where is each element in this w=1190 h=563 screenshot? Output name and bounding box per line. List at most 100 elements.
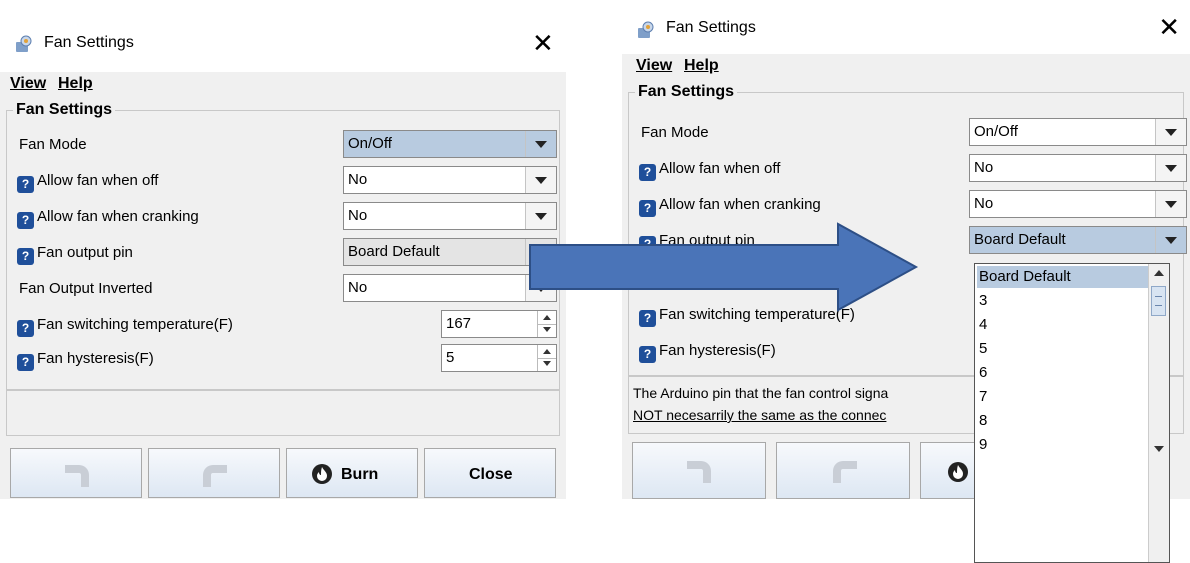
row-fan-hysteresis: ? Fan hysteresis(F) 5 bbox=[17, 343, 557, 375]
undo-button[interactable] bbox=[10, 448, 142, 498]
fan-output-inverted-select[interactable]: No bbox=[343, 274, 557, 302]
fan-mode-label: Fan Mode bbox=[641, 124, 709, 141]
app-icon bbox=[638, 21, 654, 38]
help-icon[interactable]: ? bbox=[17, 354, 34, 371]
menu-help[interactable]: Help bbox=[58, 75, 93, 93]
redo-button[interactable] bbox=[148, 448, 280, 498]
dropdown-option[interactable]: 6 bbox=[977, 362, 1149, 384]
window-title: Fan Settings bbox=[44, 34, 134, 51]
fan-output-inverted-label: Fan Output Inverted bbox=[19, 280, 153, 297]
close-icon[interactable]: ✕ bbox=[532, 30, 554, 56]
dropdown-scrollbar[interactable] bbox=[1148, 264, 1169, 562]
group-title: Fan Settings bbox=[13, 101, 116, 119]
spinner-up-icon[interactable] bbox=[538, 311, 556, 325]
burn-button[interactable]: Burn bbox=[286, 448, 418, 498]
description-area bbox=[6, 390, 560, 436]
spinner-up-icon[interactable] bbox=[538, 345, 556, 359]
redo-icon bbox=[833, 461, 857, 483]
help-icon[interactable]: ? bbox=[17, 212, 34, 229]
scroll-thumb[interactable] bbox=[1151, 286, 1166, 316]
fan-mode-select[interactable]: On/Off bbox=[969, 118, 1187, 146]
fan-settings-group: Fan Settings Fan Mode On/Off ? Allow fan … bbox=[6, 101, 560, 390]
help-icon[interactable]: ? bbox=[639, 200, 656, 217]
help-icon[interactable]: ? bbox=[17, 320, 34, 337]
dropdown-option[interactable]: 3 bbox=[977, 290, 1149, 312]
row-allow-fan-cranking: ? Allow fan when cranking No bbox=[17, 201, 557, 233]
undo-icon bbox=[65, 465, 89, 487]
allow-fan-cranking-label: ? Allow fan when cranking bbox=[17, 208, 199, 229]
chevron-down-icon[interactable] bbox=[1155, 227, 1186, 253]
fan-switching-temp-label: ? Fan switching temperature(F) bbox=[17, 316, 233, 337]
description-line: NOT necesarrily the same as the connec bbox=[633, 407, 887, 423]
menu-help[interactable]: Help bbox=[684, 57, 719, 75]
allow-fan-off-label: ? Allow fan when off bbox=[17, 172, 158, 193]
dropdown-option[interactable]: 7 bbox=[977, 386, 1149, 408]
fan-mode-select[interactable]: On/Off bbox=[343, 130, 557, 158]
allow-fan-cranking-select[interactable]: No bbox=[969, 190, 1187, 218]
group-title: Fan Settings bbox=[635, 83, 738, 101]
chevron-down-icon[interactable] bbox=[525, 167, 556, 193]
menu-bar: View Help bbox=[622, 54, 1190, 80]
scroll-up-icon[interactable] bbox=[1149, 264, 1169, 284]
app-icon bbox=[16, 35, 32, 52]
close-button[interactable]: Close bbox=[424, 448, 556, 498]
menu-view[interactable]: View bbox=[10, 75, 46, 93]
fan-switching-temp-spinner[interactable]: 167 bbox=[441, 310, 557, 338]
dropdown-option[interactable]: 4 bbox=[977, 314, 1149, 336]
fan-mode-label: Fan Mode bbox=[19, 136, 87, 153]
allow-fan-cranking-select[interactable]: No bbox=[343, 202, 557, 230]
settings-panel: Fan Settings Fan Mode On/Off ? Allow fan … bbox=[0, 98, 566, 499]
row-fan-output-pin: ?Fan output pin Board Default bbox=[17, 237, 557, 269]
chevron-down-icon[interactable] bbox=[1155, 191, 1186, 217]
undo-button[interactable] bbox=[632, 442, 766, 499]
help-icon[interactable]: ? bbox=[639, 346, 656, 363]
chevron-down-icon[interactable] bbox=[525, 131, 556, 157]
dropdown-option[interactable]: 5 bbox=[977, 338, 1149, 360]
button-bar: Burn Close bbox=[6, 448, 560, 498]
allow-fan-off-select[interactable]: No bbox=[969, 154, 1187, 182]
help-icon[interactable]: ? bbox=[17, 248, 34, 265]
title-bar: Fan Settings ✕ bbox=[0, 0, 566, 56]
description-line: The Arduino pin that the fan control sig… bbox=[633, 385, 889, 401]
row-fan-mode: Fan Mode On/Off bbox=[17, 129, 557, 161]
close-icon[interactable]: ✕ bbox=[1158, 14, 1180, 40]
burn-icon bbox=[948, 462, 968, 482]
row-allow-fan-off: ? Allow fan when off No bbox=[17, 165, 557, 197]
dropdown-option[interactable]: 8 bbox=[977, 410, 1149, 432]
chevron-down-icon[interactable] bbox=[1155, 119, 1186, 145]
title-bar: Fan Settings ✕ bbox=[622, 0, 1190, 40]
spinner-down-icon[interactable] bbox=[538, 358, 556, 371]
fan-hysteresis-spinner[interactable]: 5 bbox=[441, 344, 557, 372]
allow-fan-cranking-label: ? Allow fan when cranking bbox=[639, 196, 821, 217]
row-fan-output-inverted: Fan Output Inverted No bbox=[17, 273, 557, 305]
window-title: Fan Settings bbox=[666, 19, 756, 36]
redo-button[interactable] bbox=[776, 442, 910, 499]
redo-icon bbox=[203, 465, 227, 487]
fan-hysteresis-label: ? Fan hysteresis(F) bbox=[17, 350, 154, 371]
fan-hysteresis-label: ? Fan hysteresis(F) bbox=[639, 342, 776, 363]
scroll-down-icon[interactable] bbox=[1149, 440, 1169, 460]
fan-output-pin-select[interactable]: Board Default bbox=[969, 226, 1187, 254]
right-arrow-icon bbox=[529, 222, 919, 312]
help-icon[interactable]: ? bbox=[639, 310, 656, 327]
row-fan-switching-temp: ? Fan switching temperature(F) 167 bbox=[17, 309, 557, 341]
burn-label: Burn bbox=[341, 466, 379, 483]
fan-output-pin-dropdown-list: Board Default 3 4 5 6 7 8 9 bbox=[974, 263, 1170, 563]
allow-fan-off-label: ? Allow fan when off bbox=[639, 160, 780, 181]
fan-output-pin-select[interactable]: Board Default bbox=[343, 238, 557, 266]
undo-icon bbox=[687, 461, 711, 483]
dropdown-option[interactable]: Board Default bbox=[977, 266, 1149, 288]
menu-view[interactable]: View bbox=[636, 57, 672, 75]
close-label: Close bbox=[469, 466, 513, 483]
row-fan-mode: Fan Mode On/Off bbox=[639, 117, 1187, 149]
help-icon[interactable]: ? bbox=[17, 176, 34, 193]
dropdown-option[interactable]: 9 bbox=[977, 434, 1149, 456]
fan-settings-window-left: Fan Settings ✕ View Help Fan Settings Fa… bbox=[0, 0, 566, 499]
chevron-down-icon[interactable] bbox=[1155, 155, 1186, 181]
menu-bar: View Help bbox=[0, 72, 566, 98]
row-allow-fan-off: ? Allow fan when off No bbox=[639, 153, 1187, 185]
allow-fan-off-select[interactable]: No bbox=[343, 166, 557, 194]
help-icon[interactable]: ? bbox=[639, 164, 656, 181]
burn-icon bbox=[312, 464, 332, 484]
spinner-down-icon[interactable] bbox=[538, 324, 556, 337]
